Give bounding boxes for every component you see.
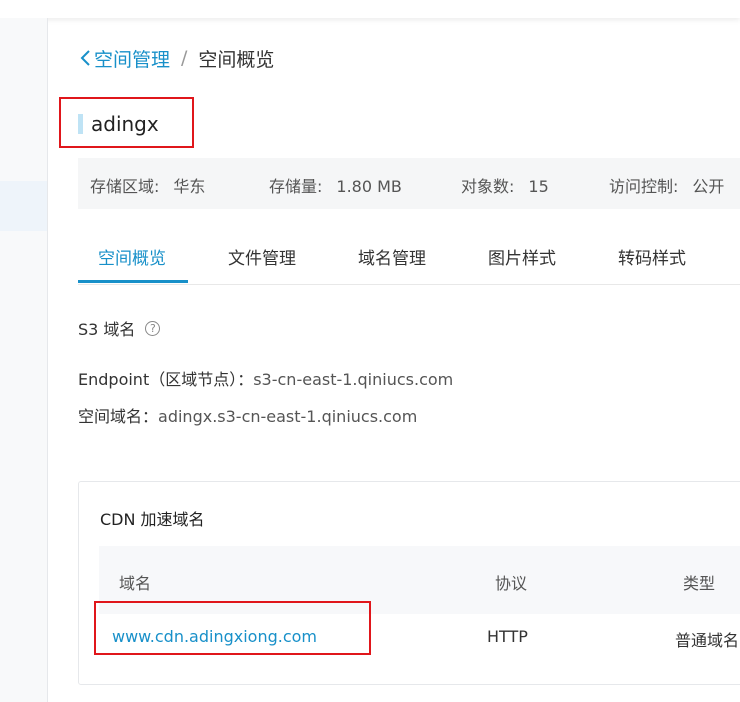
endpoint-row: Endpoint（区域节点）：s3-cn-east-1.qiniucs.com <box>78 366 453 390</box>
back-link-label[interactable]: 空间管理 <box>94 45 170 72</box>
endpoint-value: s3-cn-east-1.qiniucs.com <box>253 370 454 389</box>
top-bar <box>0 0 740 18</box>
tab-bar: 空间概览 文件管理 域名管理 图片样式 转码样式 <box>78 232 740 285</box>
highlight-box-cdn-domain <box>94 601 371 655</box>
tab-image-styles[interactable]: 图片样式 <box>488 244 556 269</box>
stat-region: 存储区域: 华东 <box>90 173 205 197</box>
stat-access-control: 访问控制: 公开 <box>609 173 724 197</box>
sidebar-item-active[interactable] <box>0 181 47 231</box>
bucket-domain-label: 空间域名： <box>78 407 159 426</box>
stat-value: 公开 <box>692 177 725 196</box>
stat-value: 1.80 MB <box>336 177 402 196</box>
back-link[interactable]: 空间管理 <box>79 45 170 72</box>
s3-domain-section-title: S3 域名 ? <box>78 316 161 340</box>
tab-transcode-styles[interactable]: 转码样式 <box>618 244 686 269</box>
stat-label: 存储量: <box>269 177 323 196</box>
column-header-type: 类型 <box>683 574 716 593</box>
breadcrumb-current: 空间概览 <box>198 48 275 71</box>
stat-storage: 存储量: 1.80 MB <box>269 173 402 197</box>
column-header-protocol: 协议 <box>495 574 528 593</box>
bucket-stats-bar: 存储区域: 华东 存储量: 1.80 MB 对象数: 15 访问控制: 公开 <box>78 158 740 209</box>
breadcrumb: 空间管理 / 空间概览 <box>79 44 274 72</box>
tab-overview[interactable]: 空间概览 <box>98 244 166 269</box>
cdn-protocol-cell: HTTP <box>487 627 528 646</box>
bucket-domain-row: 空间域名：adingx.s3-cn-east-1.qiniucs.com <box>78 403 417 427</box>
help-icon[interactable]: ? <box>145 320 161 336</box>
chevron-left-icon <box>80 50 90 66</box>
active-tab-indicator <box>78 280 188 283</box>
stat-objects: 对象数: 15 <box>461 173 549 197</box>
s3-title-text: S3 域名 <box>78 320 136 339</box>
stat-value: 15 <box>528 177 549 196</box>
highlight-box-bucket-name <box>59 97 194 148</box>
stat-label: 对象数: <box>461 177 515 196</box>
breadcrumb-separator: / <box>181 47 188 69</box>
endpoint-label: Endpoint（区域节点）： <box>78 370 254 389</box>
tab-file-management[interactable]: 文件管理 <box>228 244 296 269</box>
sidebar <box>0 18 48 702</box>
cdn-type-cell: 普通域名 <box>675 631 740 650</box>
cdn-card-title: CDN 加速域名 <box>100 510 205 529</box>
stat-value: 华东 <box>173 177 206 196</box>
stat-label: 存储区域: <box>90 177 160 196</box>
tab-domain-management[interactable]: 域名管理 <box>358 244 426 269</box>
column-header-domain: 域名 <box>119 574 152 593</box>
bucket-domain-value: adingx.s3-cn-east-1.qiniucs.com <box>158 407 418 426</box>
stat-label: 访问控制: <box>609 177 679 196</box>
